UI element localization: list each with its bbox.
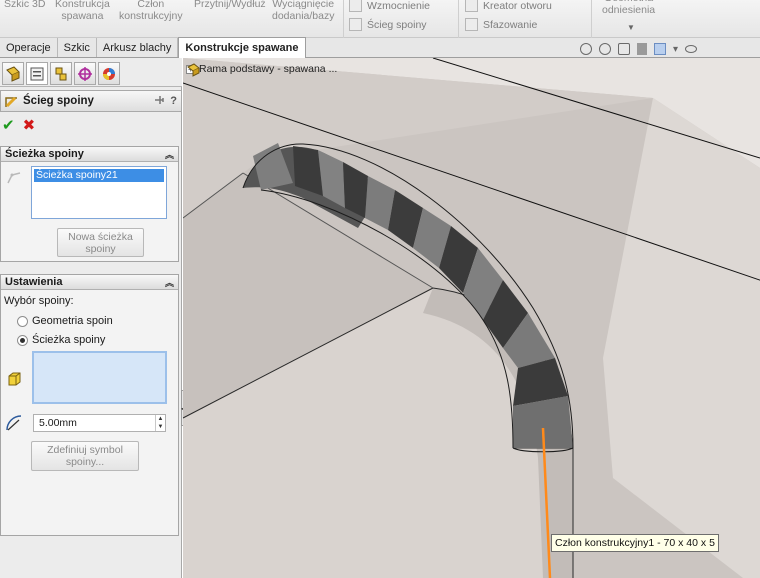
group-title: Ustawienia <box>5 276 63 288</box>
section-view-icon[interactable] <box>637 43 647 55</box>
hover-tooltip: Człon konstrukcyjny1 - 70 x 40 x 5 <box>551 534 719 552</box>
property-manager-tab[interactable] <box>26 62 48 85</box>
face-select-icon <box>8 372 21 386</box>
feature-manager-tab[interactable] <box>2 62 24 85</box>
bead-size-input[interactable]: 5.00mm ▲ ▼ <box>33 414 166 432</box>
ribbon-label: Geometria odniesienia <box>602 0 656 16</box>
radio-button-selected[interactable] <box>17 334 28 346</box>
chevron-down-icon[interactable]: ▼ <box>627 23 635 32</box>
heads-up-toolbar: ▾ <box>580 43 698 55</box>
face-selection-box[interactable] <box>32 351 167 404</box>
ribbon-item-wyciagniecie[interactable]: Wyciągnięcie dodania/bazy <box>272 0 334 22</box>
previous-view-icon[interactable] <box>618 43 630 55</box>
ribbon-label: Człon konstrukcyjny <box>119 0 183 22</box>
weld-bead-icon <box>349 18 362 31</box>
ribbon-label: Kreator otworu <box>483 0 552 12</box>
cancel-button[interactable]: ✖ <box>23 116 36 134</box>
radio-geometria-spoin[interactable]: Geometria spoin <box>17 315 113 327</box>
view-orientation-icon[interactable] <box>654 43 666 55</box>
ribbon-item-sfazowanie[interactable]: Sfazowanie <box>465 18 537 31</box>
tab-operacje[interactable]: Operacje <box>0 38 58 57</box>
model-canvas[interactable] <box>183 58 760 578</box>
ribbon-label: Wyciągnięcie dodania/bazy <box>272 0 335 22</box>
display-style-icon[interactable]: ▾ <box>673 44 678 55</box>
ribbon-label: Ścieg spoiny <box>367 18 427 31</box>
crosshair-icon <box>78 66 92 81</box>
weld-selection-label: Wybór spoiny: <box>4 295 74 307</box>
radio-label: Ścieżka spoiny <box>32 334 106 346</box>
ribbon-item-scieg-spoiny[interactable]: Ścieg spoiny <box>349 18 427 31</box>
feature-tree-flyout[interactable]: + Rama podstawy - spawana ... <box>186 63 337 77</box>
ribbon-item-kreator-otworu[interactable]: Kreator otworu <box>465 0 552 12</box>
bead-size-value: 5.00mm <box>39 417 77 429</box>
feature-tree-icon <box>6 65 20 82</box>
help-label: ? <box>170 95 177 107</box>
weld-path-group: Ścieżka spoiny ︽ Ścieżka spoiny21 Nowa ś… <box>0 146 179 262</box>
stepper-up-icon[interactable]: ▲ <box>156 415 165 423</box>
ok-button[interactable]: ✔ <box>2 116 15 134</box>
part-name[interactable]: Rama podstawy - spawana ... <box>199 63 337 75</box>
radio-button[interactable] <box>17 315 28 327</box>
settings-group-header[interactable]: Ustawienia ︽ <box>1 275 178 290</box>
dimxpert-tab[interactable] <box>74 62 96 85</box>
weld-path-list[interactable]: Ścieżka spoiny21 <box>31 166 167 219</box>
property-manager-panel: Ścieg spoiny ? ✔ ✖ Ścieżka spoiny ︽ Ście… <box>0 58 182 578</box>
ribbon-separator <box>458 0 459 38</box>
new-weld-path-button[interactable]: Nowa ścieżka spoiny <box>57 228 144 257</box>
stepper-down-icon[interactable]: ▼ <box>156 423 165 431</box>
graphics-viewport[interactable]: + Rama podstawy - spawana ... Człon kons… <box>183 58 760 578</box>
tab-arkusz-blachy[interactable]: Arkusz blachy <box>97 38 179 57</box>
ribbon-label: Konstrukcja spawana <box>55 0 110 22</box>
bead-size-icon <box>6 415 22 431</box>
property-manager-title-bar: Ścieg spoiny ? <box>0 90 182 112</box>
ribbon-item-przytnij-wydluz[interactable]: Przytnij/Wydłuż <box>194 0 266 10</box>
help-icon[interactable]: ? <box>153 94 177 107</box>
manager-tabs <box>0 58 182 87</box>
property-icon <box>30 67 44 80</box>
define-weld-symbol-button[interactable]: Zdefiniuj symbol spoiny... <box>31 441 139 471</box>
radio-sciezka-spoiny[interactable]: Ścieżka spoiny <box>17 334 105 346</box>
command-ribbon: Szkic 3D Konstrukcja spawana Człon konst… <box>0 0 760 38</box>
zoom-to-area-icon[interactable] <box>599 43 611 55</box>
configuration-icon <box>55 67 67 80</box>
appearance-icon <box>103 67 115 80</box>
configuration-manager-tab[interactable] <box>50 62 72 85</box>
collapse-icon[interactable]: ︽ <box>165 148 174 161</box>
pin-icon <box>155 96 164 104</box>
ribbon-label: Wzmocnienie <box>367 0 431 12</box>
settings-group: Ustawienia ︽ Wybór spoiny: Geometria spo… <box>0 274 179 536</box>
ribbon-item-geometria-odniesienia[interactable]: Geometria odniesienia <box>602 0 655 16</box>
ok-cancel-bar: ✔ ✖ <box>0 116 35 134</box>
ribbon-item-wzmocnienie[interactable]: Wzmocnienie <box>349 0 430 12</box>
hole-wizard-icon <box>465 0 478 12</box>
stepper[interactable]: ▲ ▼ <box>155 415 165 431</box>
collapse-icon[interactable]: ︽ <box>165 276 174 289</box>
ribbon-separator <box>343 0 344 38</box>
weld-bead-icon <box>5 96 17 107</box>
weldment-part-icon <box>187 63 200 77</box>
ribbon-label: Przytnij/Wydłuż <box>194 0 266 10</box>
page-title: Ścieg spoiny <box>23 95 94 107</box>
ribbon-item-czlon-konstrukcyjny[interactable]: Człon konstrukcyjny <box>119 0 183 22</box>
ribbon-item-konstrukcja-spawana[interactable]: Konstrukcja spawana <box>55 0 110 22</box>
radio-label: Geometria spoin <box>32 315 113 327</box>
ribbon-item-szkic3d[interactable]: Szkic 3D <box>4 0 45 10</box>
tab-szkic[interactable]: Szkic <box>58 38 97 57</box>
weld-path-group-header[interactable]: Ścieżka spoiny ︽ <box>1 147 178 162</box>
ribbon-separator <box>591 0 592 38</box>
ribbon-label: Sfazowanie <box>483 18 538 31</box>
list-item[interactable]: Ścieżka spoiny21 <box>34 169 164 182</box>
wzmocnienie-icon <box>349 0 362 12</box>
display-manager-tab[interactable] <box>98 62 120 85</box>
ribbon-label: Szkic 3D <box>4 0 46 10</box>
tab-konstrukcje-spawane[interactable]: Konstrukcje spawane <box>178 37 306 58</box>
path-icon <box>7 172 21 184</box>
zoom-to-fit-icon[interactable] <box>580 43 592 55</box>
chamfer-icon <box>465 18 478 31</box>
group-title: Ścieżka spoiny <box>5 148 84 160</box>
hide-show-items-icon[interactable] <box>685 45 698 53</box>
